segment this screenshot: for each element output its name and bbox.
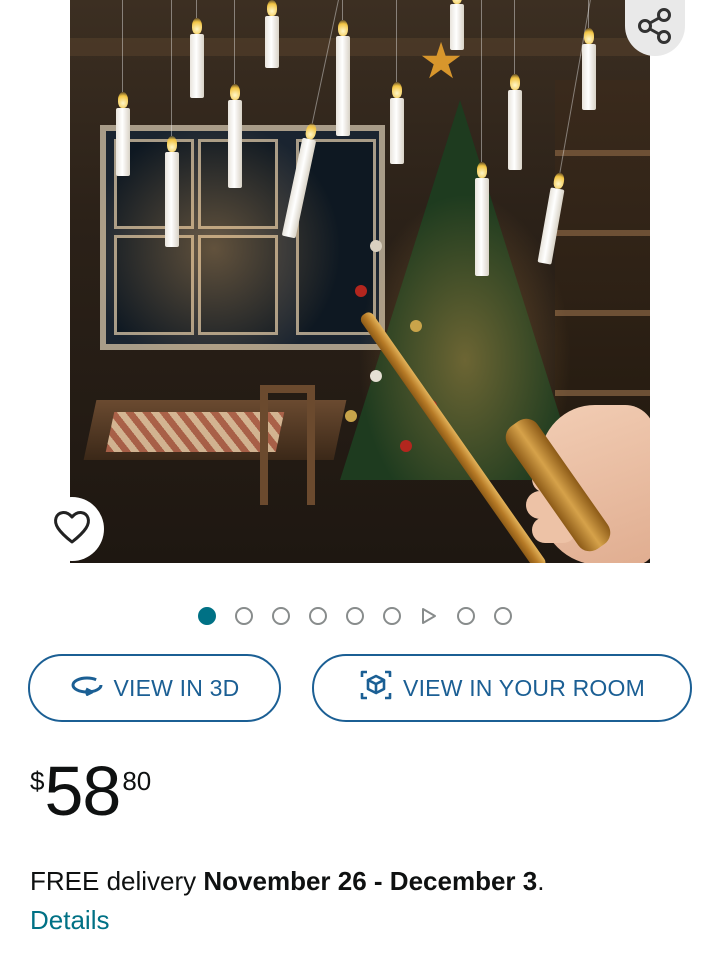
product-image[interactable]: ★ (70, 0, 650, 563)
carousel-dot-active[interactable] (198, 607, 216, 625)
delivery-dates: November 26 - December 3 (203, 866, 538, 896)
price: $ 58 80 (30, 752, 151, 830)
floating-candle (336, 0, 350, 136)
floating-candle (228, 0, 242, 188)
price-currency-symbol: $ (30, 766, 45, 796)
carousel-dot[interactable] (383, 607, 401, 625)
delivery-message: FREE delivery November 26 - December 3. (30, 866, 544, 897)
carousel-dot[interactable] (235, 607, 253, 625)
floating-candle (508, 0, 522, 170)
view-in-3d-button[interactable]: VIEW IN 3D (28, 654, 281, 722)
price-whole: 58 (44, 752, 121, 830)
floating-candle (450, 0, 464, 50)
delivery-details-link[interactable]: Details (30, 905, 109, 936)
carousel-dot[interactable] (272, 607, 290, 625)
price-fraction: 80 (122, 766, 152, 796)
carousel-dot[interactable] (494, 607, 512, 625)
carousel-dot[interactable] (309, 607, 327, 625)
delivery-prefix: FREE delivery (30, 866, 204, 896)
share-button[interactable] (625, 0, 685, 56)
view-in-your-room-button[interactable]: VIEW IN YOUR ROOM (312, 654, 692, 722)
share-icon (635, 6, 675, 51)
floating-candle (390, 0, 404, 164)
carousel-dot[interactable] (457, 607, 475, 625)
rotate-3d-icon (70, 674, 104, 702)
heart-icon (52, 509, 92, 550)
floating-candle (116, 0, 130, 176)
delivery-suffix: . (537, 866, 545, 896)
view-in-your-room-label: VIEW IN YOUR ROOM (403, 674, 645, 701)
carousel-dot[interactable] (346, 607, 364, 625)
floating-candle (190, 0, 204, 98)
floating-candle (265, 0, 279, 68)
floating-candle (475, 0, 489, 276)
carousel-video-indicator-play-icon[interactable] (420, 607, 438, 625)
wishlist-button[interactable] (40, 497, 104, 561)
image-carousel-indicator[interactable] (198, 606, 531, 626)
view-in-3d-label: VIEW IN 3D (113, 674, 240, 701)
floating-candle (165, 0, 179, 247)
ar-cube-icon (359, 668, 393, 708)
ceiling-beam (70, 38, 650, 56)
floating-candle (582, 0, 596, 110)
chair (260, 385, 315, 505)
